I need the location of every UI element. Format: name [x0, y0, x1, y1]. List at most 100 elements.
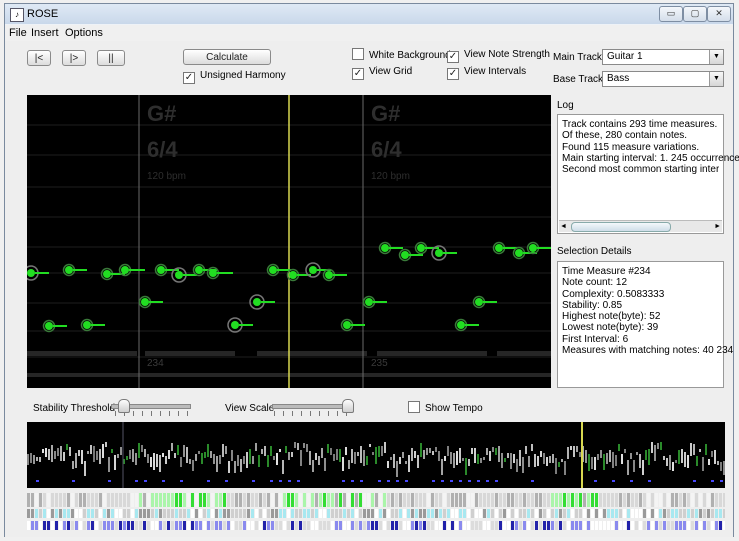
heatmap-cell: [95, 493, 98, 507]
heatmap-cell: [623, 509, 626, 518]
heatmap-cell: [147, 493, 150, 507]
heatmap-cell: [303, 521, 306, 530]
view-intervals-label: View Intervals: [464, 66, 527, 77]
unsigned-harmony-checkbox[interactable]: ✓ Unsigned Harmony: [183, 69, 286, 84]
heatmap-cell: [275, 521, 278, 530]
heatmap-cell: [587, 521, 590, 530]
heatmap-cell: [155, 521, 158, 530]
heatmap-cell: [503, 493, 506, 507]
play-button[interactable]: |>: [62, 50, 86, 66]
overview-note: [591, 457, 593, 469]
menu-file[interactable]: File: [9, 27, 27, 39]
show-tempo-checkbox[interactable]: Show Tempo: [408, 401, 483, 415]
note-head: [141, 298, 149, 306]
heatmap-cell: [383, 493, 386, 507]
measure-heatmap[interactable]: [27, 493, 725, 533]
overview-note: [603, 454, 605, 470]
overview-note: [546, 457, 548, 466]
note-head: [457, 321, 465, 329]
overview-interval-mark: [414, 480, 417, 482]
overview-note: [318, 456, 320, 465]
overview-interval-mark: [603, 480, 606, 482]
heatmap-cell: [255, 521, 258, 530]
note-head: [495, 244, 503, 252]
calculate-button[interactable]: Calculate: [183, 49, 271, 65]
heatmap-cell: [35, 493, 38, 507]
overview-note: [126, 456, 128, 460]
overview-note: [549, 456, 551, 463]
heatmap-cell: [407, 509, 410, 518]
white-background-checkbox[interactable]: White Background: [352, 48, 451, 62]
heatmap-cell: [575, 493, 578, 507]
heatmap-cell: [59, 509, 62, 518]
heatmap-cell: [223, 493, 226, 507]
heatmap-cell: [51, 521, 54, 530]
heatmap-cell: [487, 493, 490, 507]
heatmap-cell: [227, 521, 230, 530]
heatmap-cell: [655, 509, 658, 518]
scroll-right-icon[interactable]: ►: [714, 221, 721, 232]
note-head: [121, 266, 129, 274]
overview-note: [657, 443, 659, 449]
view-note-strength-checkbox[interactable]: ✓ View Note Strength: [447, 48, 550, 63]
minimize-button[interactable]: ▭: [659, 6, 683, 22]
heatmap-cell: [643, 521, 646, 530]
overview-interval-mark: [144, 480, 147, 482]
scroll-left-icon[interactable]: ◄: [560, 221, 567, 232]
maximize-button[interactable]: ▢: [683, 6, 707, 22]
heatmap-cell: [351, 521, 354, 530]
overview-note: [576, 446, 578, 452]
heatmap-cell: [227, 509, 230, 518]
chevron-down-icon[interactable]: ▼: [709, 50, 723, 64]
overview-note: [426, 448, 428, 455]
stability-threshold-thumb[interactable]: [117, 399, 130, 413]
log-line: Track contains 293 time measures.: [562, 119, 718, 130]
heatmap-cell: [395, 521, 398, 530]
heatmap-cell: [607, 493, 610, 507]
overview-note: [204, 452, 206, 458]
overview-interval-mark: [369, 480, 372, 482]
rewind-button[interactable]: |<: [27, 50, 51, 66]
view-intervals-checkbox[interactable]: ✓ View Intervals: [447, 65, 526, 80]
overview-note: [690, 443, 692, 456]
overview-note: [225, 446, 227, 454]
heatmap-cell: [583, 493, 586, 507]
heatmap-cell: [503, 521, 506, 530]
detail-line: Highest note(byte): 52: [562, 311, 661, 323]
measure-key: G#: [147, 101, 176, 126]
overview-note: [429, 448, 431, 453]
note-head: [289, 271, 297, 279]
main-track-select[interactable]: Guitar 1 ▼: [602, 49, 724, 65]
overview-note: [282, 460, 284, 474]
base-track-select[interactable]: Bass ▼: [602, 71, 724, 87]
menu-options[interactable]: Options: [65, 27, 103, 39]
measure-time-signature: 6/4: [371, 137, 402, 162]
scroll-thumb[interactable]: [571, 222, 671, 232]
note-head: [195, 266, 203, 274]
close-button[interactable]: ✕: [707, 6, 731, 22]
title-bar[interactable]: ♪ ROSE ▭ ▢ ✕: [5, 4, 733, 24]
overview-note: [303, 443, 305, 448]
view-scale-thumb[interactable]: [342, 399, 355, 413]
heatmap-cell: [647, 493, 650, 507]
heatmap-cell: [63, 493, 66, 507]
heatmap-cell: [659, 493, 662, 507]
heatmap-cell: [259, 493, 262, 507]
pause-button[interactable]: ||: [97, 50, 125, 66]
heatmap-cell: [279, 493, 282, 507]
measure-view-canvas[interactable]: G# 6/4 120 bpm 234 G# 6/4 120 bpm 235: [27, 95, 551, 388]
song-overview-strip[interactable]: [27, 422, 725, 488]
heatmap-cell: [267, 521, 270, 530]
chevron-down-icon[interactable]: ▼: [709, 72, 723, 86]
overview-note: [345, 447, 347, 455]
overview-note: [408, 455, 410, 472]
view-grid-checkbox[interactable]: ✓ View Grid: [352, 65, 412, 80]
heatmap-cell: [619, 493, 622, 507]
menu-insert[interactable]: Insert: [31, 27, 59, 39]
overview-note: [87, 451, 89, 454]
overview-interval-mark: [288, 480, 291, 482]
heatmap-cell: [495, 509, 498, 518]
heatmap-cell: [519, 509, 522, 518]
heatmap-cell: [703, 493, 706, 507]
log-horizontal-scrollbar[interactable]: ◄ ►: [559, 220, 722, 232]
